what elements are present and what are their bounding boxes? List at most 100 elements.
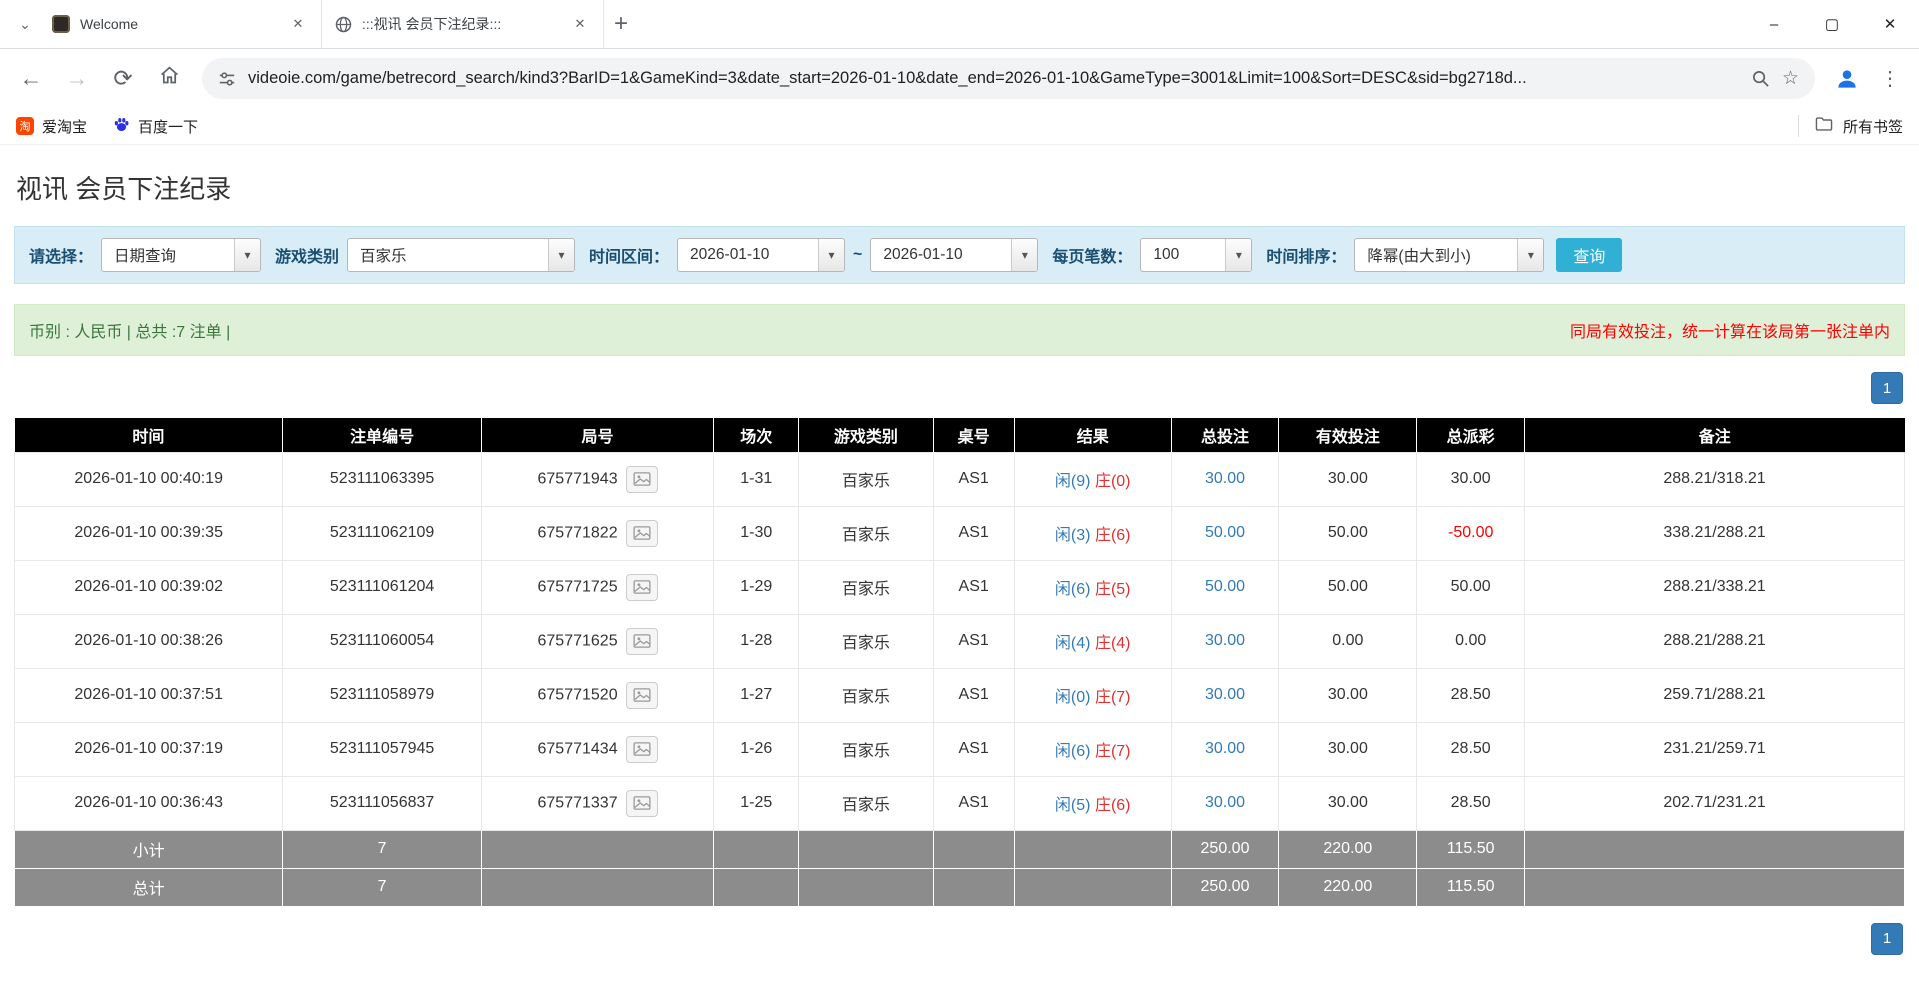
date-start-value: 2026-01-10 [678, 246, 818, 264]
url-text[interactable]: videoie.com/game/betrecord_search/kind3?… [248, 69, 1739, 88]
tab-welcome[interactable]: Welcome ✕ [40, 0, 322, 48]
pagination-top: 1 [14, 372, 1903, 404]
cell-game-kind: 百家乐 [799, 668, 933, 722]
cell-session: 1-30 [714, 506, 799, 560]
tab-bar: ⌄ Welcome ✕ :::视讯 会员下注纪录::: ✕ + – ▢ ✕ [0, 0, 1919, 49]
cell-time: 2026-01-10 00:37:19 [15, 722, 283, 776]
maximize-button[interactable]: ▢ [1803, 0, 1861, 48]
profile-avatar[interactable] [1827, 59, 1867, 99]
bookmark-aitaobao[interactable]: 淘 爱淘宝 [16, 116, 87, 137]
round-replay-icon[interactable] [626, 574, 658, 601]
cell-valid-bet: 50.00 [1279, 506, 1417, 560]
pagination-page-1[interactable]: 1 [1871, 372, 1903, 404]
page-title: 视讯 会员下注纪录 [16, 169, 1905, 206]
home-button[interactable] [148, 58, 190, 100]
filter-bar: 请选择： 日期查询 ▾ 游戏类别 百家乐 ▾ 时间区间： 2026-01-10 … [14, 226, 1905, 284]
cell-result: 闲(9) 庄(0) [1014, 452, 1171, 506]
all-bookmarks-label: 所有书签 [1843, 116, 1903, 137]
url-bar[interactable]: videoie.com/game/betrecord_search/kind3?… [202, 58, 1815, 99]
query-button[interactable]: 查询 [1556, 238, 1622, 272]
cell-payout: 28.50 [1417, 668, 1525, 722]
all-bookmarks[interactable]: 所有书签 [1798, 115, 1903, 137]
round-replay-icon[interactable] [626, 520, 658, 547]
result-player: 闲(6) [1055, 581, 1091, 598]
game-kind-value: 百家乐 [348, 244, 548, 266]
cell-note: 202.71/231.21 [1525, 776, 1905, 830]
round-replay-icon[interactable] [626, 466, 658, 493]
chevron-down-icon: ▾ [1225, 239, 1251, 271]
minimize-button[interactable]: – [1745, 0, 1803, 48]
close-button[interactable]: ✕ [1861, 0, 1919, 48]
welcome-favicon [52, 15, 70, 33]
per-page-select[interactable]: 100 ▾ [1140, 238, 1252, 272]
query-type-select[interactable]: 日期查询 ▾ [101, 238, 261, 272]
cell-bet-id: 523111063395 [283, 452, 481, 506]
cell-game-kind: 百家乐 [799, 722, 933, 776]
cell-round: 675771725 [481, 560, 713, 614]
browser-menu-icon[interactable]: ⋮ [1871, 59, 1909, 99]
total-bet-link[interactable]: 30.00 [1205, 794, 1245, 811]
cell-session: 1-27 [714, 668, 799, 722]
total-bet-link[interactable]: 30.00 [1205, 686, 1245, 703]
payout-value: 28.50 [1451, 686, 1491, 703]
bookmark-baidu[interactable]: 百度一下 [113, 116, 198, 137]
footer-label: 总计 [15, 868, 283, 906]
sort-label: 时间排序： [1266, 243, 1346, 267]
cell-total-bet: 30.00 [1171, 722, 1279, 776]
date-end-value: 2026-01-10 [871, 246, 1011, 264]
table-row: 2026-01-10 00:40:19523111063395675771943… [15, 452, 1905, 506]
round-number: 675771822 [538, 524, 618, 541]
bet-table-footer: 小计7250.00220.00115.50总计7250.00220.00115.… [15, 830, 1905, 906]
chevron-down-icon: ▾ [818, 239, 844, 271]
cell-result: 闲(0) 庄(7) [1014, 668, 1171, 722]
date-end-select[interactable]: 2026-01-10 ▾ [870, 238, 1038, 272]
game-kind-select[interactable]: 百家乐 ▾ [347, 238, 575, 272]
reload-button[interactable]: ⟳ [102, 58, 144, 100]
result-banker: 庄(0) [1095, 473, 1131, 490]
tab-search-button[interactable]: ⌄ [10, 9, 40, 39]
tab-close-icon[interactable]: ✕ [287, 13, 309, 35]
sort-select[interactable]: 降幂(由大到小) ▾ [1354, 238, 1544, 272]
round-replay-icon[interactable] [626, 628, 658, 655]
table-row: 2026-01-10 00:39:35523111062109675771822… [15, 506, 1905, 560]
result-banker: 庄(7) [1095, 689, 1131, 706]
cell-round: 675771520 [481, 668, 713, 722]
total-bet-link[interactable]: 50.00 [1205, 524, 1245, 541]
total-bet-link[interactable]: 30.00 [1205, 740, 1245, 757]
cell-payout: -50.00 [1417, 506, 1525, 560]
tab-close-icon[interactable]: ✕ [569, 13, 591, 35]
cell-result: 闲(5) 庄(6) [1014, 776, 1171, 830]
column-header: 时间 [15, 418, 283, 452]
subtotal-row: 小计7250.00220.00115.50 [15, 830, 1905, 868]
date-start-select[interactable]: 2026-01-10 ▾ [677, 238, 845, 272]
new-tab-button[interactable]: + [604, 7, 638, 41]
cell-payout: 28.50 [1417, 776, 1525, 830]
bookmarks-bar: 淘 爱淘宝 百度一下 所有书签 [0, 108, 1919, 145]
cell-total-bet: 30.00 [1171, 452, 1279, 506]
pagination-page-1[interactable]: 1 [1871, 923, 1903, 955]
forward-button[interactable]: → [56, 58, 98, 100]
result-player: 闲(9) [1055, 473, 1091, 490]
total-bet-link[interactable]: 30.00 [1205, 632, 1245, 649]
tab-betrecord[interactable]: :::视讯 会员下注纪录::: ✕ [322, 0, 604, 48]
cell-round: 675771822 [481, 506, 713, 560]
footer-count: 7 [283, 868, 481, 906]
round-replay-icon[interactable] [626, 736, 658, 763]
cell-table-no: AS1 [933, 776, 1014, 830]
table-row: 2026-01-10 00:37:19523111057945675771434… [15, 722, 1905, 776]
round-replay-icon[interactable] [626, 790, 658, 817]
round-number: 675771337 [538, 794, 618, 811]
site-settings-icon[interactable] [218, 70, 236, 88]
cell-time: 2026-01-10 00:37:51 [15, 668, 283, 722]
result-player: 闲(5) [1055, 797, 1091, 814]
footer-valid-bet: 220.00 [1279, 868, 1417, 906]
total-bet-link[interactable]: 30.00 [1205, 470, 1245, 487]
column-header: 场次 [714, 418, 799, 452]
result-player: 闲(0) [1055, 689, 1091, 706]
bookmark-star-icon[interactable]: ☆ [1782, 67, 1799, 90]
round-replay-icon[interactable] [626, 682, 658, 709]
total-bet-link[interactable]: 50.00 [1205, 578, 1245, 595]
zoom-icon[interactable] [1751, 69, 1770, 88]
back-button[interactable]: ← [10, 58, 52, 100]
cell-total-bet: 30.00 [1171, 668, 1279, 722]
